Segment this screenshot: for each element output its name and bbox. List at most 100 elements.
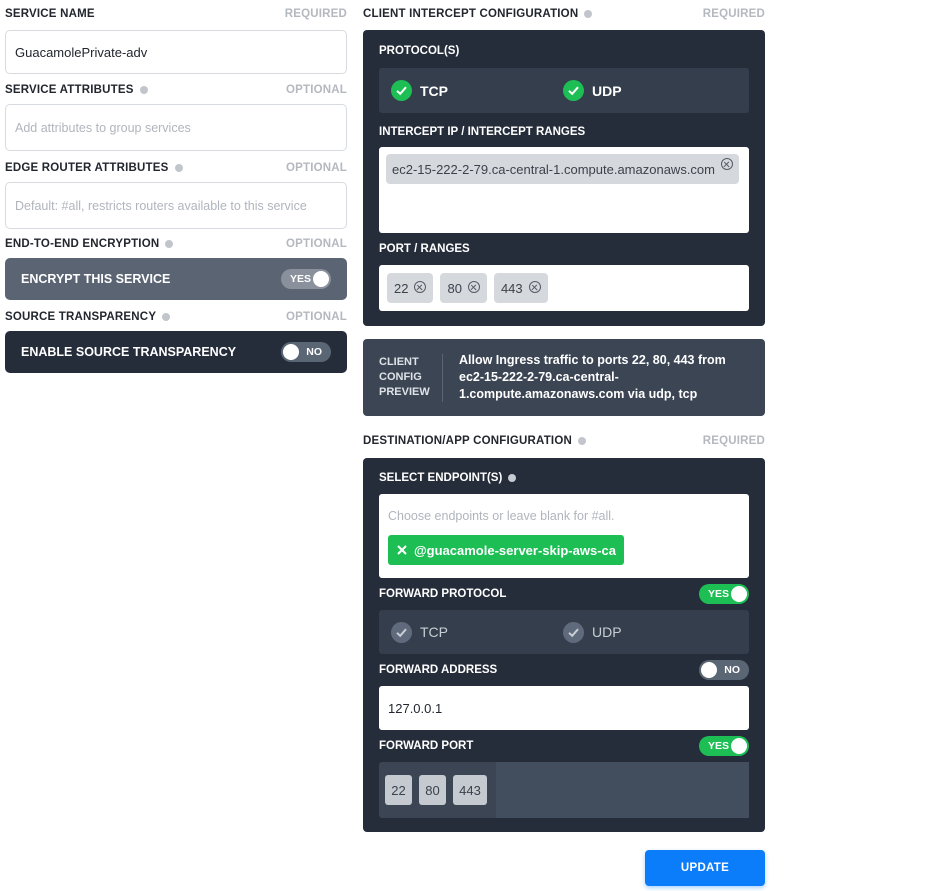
toggle-state: YES — [290, 273, 312, 285]
intercept-label: INTERCEPT IP / INTERCEPT RANGES — [379, 126, 586, 138]
source-transparency-toggle[interactable]: NO — [281, 342, 331, 362]
forward-address-input[interactable]: 127.0.0.1 — [379, 686, 749, 730]
toggle-knob — [701, 662, 717, 678]
remove-chip-icon[interactable] — [721, 158, 733, 170]
info-icon[interactable] — [139, 86, 148, 94]
forward-ports-box: 22 80 443 — [379, 762, 749, 818]
forward-port-label: FORWARD PORT — [379, 740, 474, 752]
info-icon[interactable] — [584, 10, 593, 18]
protocol-udp-label: UDP — [592, 82, 622, 99]
service-attributes-input[interactable]: Add attributes to group services — [5, 104, 347, 151]
service-attributes-header: SERVICE ATTRIBUTES OPTIONAL — [5, 76, 347, 104]
endpoints-input[interactable]: Choose endpoints or leave blank for #all… — [379, 494, 749, 578]
encrypt-service-toggle[interactable]: YES — [281, 269, 331, 289]
update-button[interactable]: UPDATE — [645, 850, 765, 886]
info-icon[interactable] — [165, 240, 174, 248]
forward-protocol-tcp: TCP — [391, 621, 563, 643]
toggle-state: NO — [724, 664, 740, 676]
endpoints-placeholder: Choose endpoints or leave blank for #all… — [388, 509, 615, 523]
ports-input[interactable]: 22 80 443 — [379, 265, 749, 311]
edge-router-attributes-input[interactable]: Default: #all, restricts routers availab… — [5, 182, 347, 229]
forward-protocol-udp-label: UDP — [592, 624, 622, 640]
encrypt-service-label: ENCRYPT THIS SERVICE — [21, 272, 171, 286]
preview-label-line: CONFIG — [379, 371, 422, 383]
remove-endpoint-icon[interactable] — [396, 544, 408, 556]
toggle-knob — [313, 271, 329, 287]
toggle-knob — [731, 738, 747, 754]
check-icon — [563, 80, 584, 101]
info-icon[interactable] — [174, 164, 183, 172]
toggle-state: NO — [306, 346, 322, 358]
forward-protocol-tcp-label: TCP — [420, 624, 448, 640]
preview-label-line: CLIENT — [379, 356, 419, 368]
info-icon[interactable] — [577, 437, 586, 445]
encryption-header: END-TO-END ENCRYPTION OPTIONAL — [5, 230, 347, 258]
ports-label: PORT / RANGES — [379, 243, 470, 255]
required-tag: REQUIRED — [284, 8, 347, 20]
destination-label: DESTINATION/APP CONFIGURATION — [363, 435, 572, 447]
forward-port-tile: 443 — [453, 775, 487, 805]
edge-router-attributes-label: EDGE ROUTER ATTRIBUTES — [5, 162, 169, 174]
service-form-right: CLIENT INTERCEPT CONFIGURATION REQUIRED … — [363, 0, 765, 832]
endpoint-chip: @guacamole-server-skip-aws-ca — [388, 535, 624, 565]
forward-port-tile: 80 — [419, 775, 446, 805]
encrypt-service-row: ENCRYPT THIS SERVICE YES — [5, 258, 347, 300]
toggle-state: YES — [708, 588, 730, 600]
client-intercept-label: CLIENT INTERCEPT CONFIGURATION — [363, 8, 579, 20]
intercept-input[interactable]: ec2-15-222-2-79.ca-central-1.compute.ama… — [379, 147, 749, 233]
forward-address-toggle[interactable]: NO — [699, 660, 749, 680]
remove-chip-icon[interactable] — [528, 281, 541, 293]
source-transparency-label: SOURCE TRANSPARENCY — [5, 311, 157, 323]
endpoints-label: SELECT ENDPOINT(S) — [379, 472, 503, 484]
edge-router-attributes-header: EDGE ROUTER ATTRIBUTES OPTIONAL — [5, 154, 347, 182]
required-tag: REQUIRED — [702, 8, 765, 20]
protocol-tcp[interactable]: TCP — [391, 80, 563, 101]
service-name-value: GuacamolePrivate-adv — [15, 44, 148, 60]
forward-port-toggle[interactable]: YES — [699, 736, 749, 756]
preview-label: CLIENT CONFIG PREVIEW — [363, 353, 443, 402]
optional-tag: OPTIONAL — [285, 311, 347, 323]
forward-protocol-toggle[interactable]: YES — [699, 584, 749, 604]
destination-panel: SELECT ENDPOINT(S) Choose endpoints or l… — [363, 458, 765, 832]
protocols-box: TCP UDP — [379, 68, 749, 113]
toggle-knob — [731, 586, 747, 602]
intercept-chip-text: ec2-15-222-2-79.ca-central-1.compute.ama… — [392, 161, 715, 177]
service-form-left: SERVICE NAME REQUIRED GuacamolePrivate-a… — [5, 0, 347, 373]
source-transparency-row: ENABLE SOURCE TRANSPARENCY NO — [5, 331, 347, 373]
protocol-tcp-label: TCP — [420, 82, 448, 99]
intercept-chip: ec2-15-222-2-79.ca-central-1.compute.ama… — [386, 154, 739, 184]
edge-router-attributes-placeholder: Default: #all, restricts routers availab… — [15, 198, 307, 213]
info-icon[interactable] — [162, 313, 171, 321]
check-icon — [391, 80, 412, 101]
remove-chip-icon[interactable] — [467, 281, 480, 293]
forward-port-row: FORWARD PORT YES — [379, 730, 749, 762]
port-chip: 443 — [493, 273, 548, 303]
info-icon[interactable] — [508, 474, 517, 482]
forward-address-value: 127.0.0.1 — [388, 700, 443, 716]
source-transparency-header: SOURCE TRANSPARENCY OPTIONAL — [5, 303, 347, 331]
preview-text: Allow Ingress traffic to ports 22, 80, 4… — [459, 353, 726, 401]
port-chip-text: 80 — [447, 280, 462, 296]
client-intercept-panel: PROTOCOL(S) TCP UDP INTERCEPT IP / INTER… — [363, 30, 765, 326]
service-name-header: SERVICE NAME REQUIRED — [5, 0, 347, 28]
endpoints-label-row: SELECT ENDPOINT(S) — [379, 462, 749, 494]
check-icon — [391, 621, 412, 643]
client-intercept-header: CLIENT INTERCEPT CONFIGURATION REQUIRED — [363, 0, 765, 28]
check-icon — [563, 621, 584, 643]
service-attributes-label: SERVICE ATTRIBUTES — [5, 84, 134, 96]
port-chip: 80 — [440, 273, 487, 303]
forward-protocol-label: FORWARD PROTOCOL — [379, 588, 507, 600]
port-chip: 22 — [387, 273, 434, 303]
forward-port-tile: 22 — [385, 775, 412, 805]
remove-chip-icon[interactable] — [414, 281, 427, 293]
protocol-udp[interactable]: UDP — [563, 80, 622, 101]
service-name-input[interactable]: GuacamolePrivate-adv — [5, 30, 347, 74]
required-tag: REQUIRED — [702, 435, 765, 447]
forward-protocols-box: TCP UDP — [379, 610, 749, 654]
forward-address-label: FORWARD ADDRESS — [379, 664, 498, 676]
optional-tag: OPTIONAL — [285, 162, 347, 174]
forward-port-input-area[interactable] — [496, 762, 749, 818]
encryption-label: END-TO-END ENCRYPTION — [5, 238, 160, 250]
forward-address-row: FORWARD ADDRESS NO — [379, 654, 749, 686]
optional-tag: OPTIONAL — [285, 84, 347, 96]
